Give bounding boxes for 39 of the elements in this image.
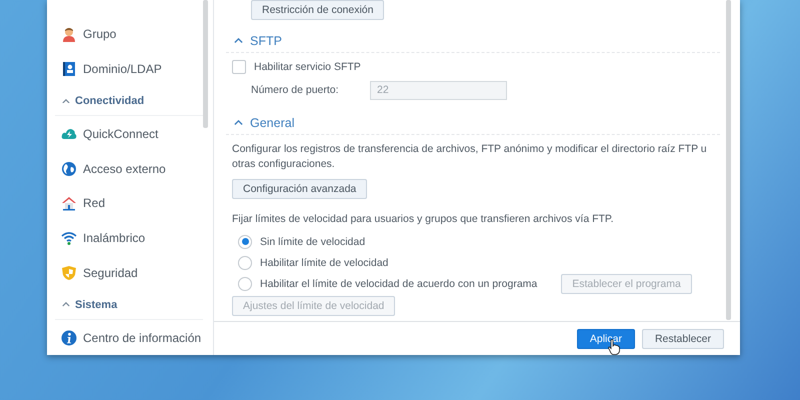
- speed-option[interactable]: Habilitar límite de velocidad: [232, 256, 388, 270]
- scrollbar-thumb[interactable]: [203, 0, 208, 128]
- wifi-icon: [61, 230, 77, 246]
- reset-button[interactable]: Restablecer: [642, 328, 724, 348]
- globe-icon: [61, 160, 77, 177]
- chevron-up-icon: [62, 98, 70, 104]
- sidebar-item[interactable]: Red: [55, 186, 213, 221]
- sidebar-item[interactable]: Centro de información: [55, 320, 213, 356]
- checkbox[interactable]: [232, 60, 246, 74]
- sidebar-item[interactable]: Inalámbrico: [55, 220, 213, 256]
- sidebar-item[interactable]: Seguridad: [55, 256, 213, 290]
- sidebar-section-header[interactable]: Sistema: [55, 290, 203, 320]
- description-text: Configurar los registros de transferencia de archivos, FTP anónimo y modificar el directorio raíz FTP u otras configuraciones.: [231, 142, 708, 172]
- field-label: Número de puerto:: [251, 84, 340, 96]
- shield-icon: [61, 265, 77, 281]
- radio-button[interactable]: [238, 234, 252, 248]
- section-header[interactable]: SFTP: [226, 30, 720, 53]
- sidebar-item[interactable]: QuickConnect: [55, 116, 213, 152]
- section-header[interactable]: General: [226, 112, 720, 135]
- connection-restriction-button[interactable]: Restricción de conexión: [251, 0, 384, 20]
- advanced-settings-button[interactable]: Configuración avanzada: [232, 179, 368, 199]
- apply-button[interactable]: Aplicar: [576, 328, 635, 348]
- sidebar-item[interactable]: Grupo: [55, 17, 213, 52]
- radio-button[interactable]: [238, 256, 252, 270]
- sidebar-item[interactable]: Dominio/LDAP: [55, 52, 213, 87]
- checkbox-label: Habilitar servicio SFTP: [254, 61, 361, 73]
- radio-button[interactable]: [238, 276, 252, 290]
- speed-option[interactable]: Sin límite de velocidad: [232, 234, 366, 248]
- info-icon: [61, 330, 77, 346]
- sidebar-item[interactable]: Acceso externo: [55, 151, 213, 186]
- chevron-up-icon: [234, 38, 243, 44]
- scrollbar-thumb[interactable]: [726, 0, 731, 320]
- house-icon: [61, 195, 77, 212]
- description-text: Fijar límites de velocidad para usuarios y grupos que transfieren archivos vía FTP.: [231, 212, 614, 227]
- speed-option[interactable]: Habilitar el límite de velocidad de acuerdo con un programa: [232, 276, 538, 290]
- chevron-up-icon: [62, 302, 70, 308]
- person-icon: [61, 26, 77, 42]
- chevron-up-icon: [234, 120, 243, 126]
- address-book-icon: [61, 61, 77, 78]
